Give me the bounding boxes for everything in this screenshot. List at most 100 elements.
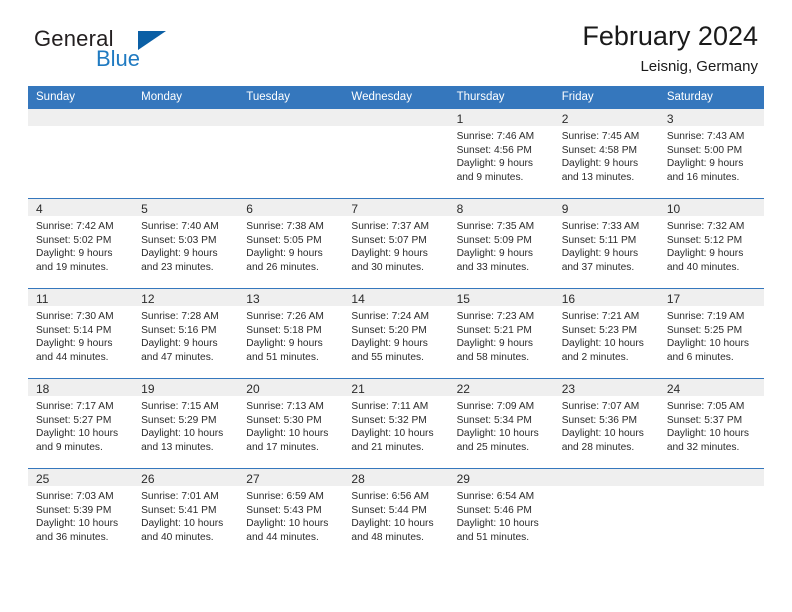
day-number: 28 xyxy=(343,469,449,486)
detail-daylight-line1: Daylight: 9 hours xyxy=(666,248,744,260)
detail-sunset: Sunset: 5:05 PM xyxy=(246,234,322,246)
day-number: 2 xyxy=(553,109,659,126)
calendar-day-cell[interactable]: 27 Sunrise: 6:59 AM Sunset: 5:43 PM Dayligh… xyxy=(238,468,344,558)
detail-sunrise: Sunrise: 7:46 AM xyxy=(456,131,535,142)
calendar-cell-empty xyxy=(658,468,764,558)
weekday-header-monday: Monday xyxy=(133,86,239,109)
detail-sunrise: Sunrise: 7:01 AM xyxy=(141,491,219,502)
calendar-day-cell[interactable]: 17 Sunrise: 7:19 AM Sunset: 5:25 PM Dayligh… xyxy=(658,288,764,379)
day-number: 8 xyxy=(448,199,554,216)
calendar-day-cell[interactable]: 15 Sunrise: 7:23 AM Sunset: 5:21 PM Dayligh… xyxy=(448,288,554,379)
calendar-day-cell[interactable]: 3 Sunrise: 7:43 AM Sunset: 5:00 PM Daylight… xyxy=(658,108,764,199)
calendar-day-cell[interactable]: 4 Sunrise: 7:42 AM Sunset: 5:02 PM Daylight… xyxy=(28,198,134,289)
day-number: 20 xyxy=(238,379,344,396)
detail-daylight-line1: Daylight: 10 hours xyxy=(246,518,329,530)
calendar-day-cell[interactable]: 18 Sunrise: 7:17 AM Sunset: 5:27 PM Dayligh… xyxy=(28,378,134,469)
day-details: Sunrise: 7:17 AM Sunset: 5:27 PM Daylight:… xyxy=(28,396,133,454)
detail-sunset: Sunset: 5:27 PM xyxy=(36,414,112,426)
day-number: 12 xyxy=(133,289,239,306)
detail-sunset: Sunset: 5:03 PM xyxy=(141,234,217,246)
page-title: February 2024 xyxy=(582,21,758,51)
detail-sunrise: Sunrise: 7:05 AM xyxy=(666,401,745,412)
detail-sunset: Sunset: 4:56 PM xyxy=(456,144,532,156)
calendar-day-cell[interactable]: 20 Sunrise: 7:13 AM Sunset: 5:30 PM Dayligh… xyxy=(238,378,344,469)
day-number: 18 xyxy=(28,379,134,396)
detail-sunrise: Sunrise: 6:59 AM xyxy=(246,491,324,502)
detail-daylight-line1: Daylight: 10 hours xyxy=(351,428,434,440)
detail-daylight-line1: Daylight: 10 hours xyxy=(666,338,749,350)
calendar-day-cell[interactable]: 26 Sunrise: 7:01 AM Sunset: 5:41 PM Dayligh… xyxy=(133,468,239,558)
day-number: 15 xyxy=(448,289,554,306)
detail-daylight-line2: and 23 minutes. xyxy=(141,261,214,273)
logo-text-blue: Blue xyxy=(96,46,141,71)
detail-daylight-line1: Daylight: 9 hours xyxy=(141,248,218,260)
day-details: Sunrise: 7:01 AM Sunset: 5:41 PM Daylight:… xyxy=(133,486,238,544)
detail-sunrise: Sunrise: 7:23 AM xyxy=(456,311,535,322)
weekday-header-tuesday: Tuesday xyxy=(238,86,344,109)
calendar-week-row: 25 Sunrise: 7:03 AM Sunset: 5:39 PM Dayligh… xyxy=(28,468,764,558)
day-number: 26 xyxy=(133,469,239,486)
detail-daylight-line1: Daylight: 10 hours xyxy=(141,518,224,530)
day-details: Sunrise: 7:33 AM Sunset: 5:11 PM Daylight:… xyxy=(554,216,659,274)
day-number xyxy=(553,469,659,486)
detail-sunrise: Sunrise: 7:09 AM xyxy=(456,401,535,412)
calendar-day-cell[interactable]: 22 Sunrise: 7:09 AM Sunset: 5:34 PM Dayligh… xyxy=(448,378,554,469)
day-number xyxy=(133,109,239,126)
calendar-day-cell[interactable]: 10 Sunrise: 7:32 AM Sunset: 5:12 PM Dayligh… xyxy=(658,198,764,289)
detail-sunset: Sunset: 5:11 PM xyxy=(561,234,637,246)
detail-sunset: Sunset: 5:37 PM xyxy=(666,414,743,426)
calendar-day-cell[interactable]: 14 Sunrise: 7:24 AM Sunset: 5:20 PM Dayligh… xyxy=(343,288,449,379)
detail-sunset: Sunset: 5:02 PM xyxy=(36,234,112,246)
calendar-day-cell[interactable]: 6 Sunrise: 7:38 AM Sunset: 5:05 PM Daylight… xyxy=(238,198,344,289)
calendar-cell-empty xyxy=(343,108,449,199)
calendar-day-cell[interactable]: 1 Sunrise: 7:46 AM Sunset: 4:56 PM Daylight… xyxy=(448,108,554,199)
general-blue-logo: General Blue xyxy=(34,26,264,74)
day-details: Sunrise: 7:24 AM Sunset: 5:20 PM Daylight:… xyxy=(343,306,448,364)
weekday-header-thursday: Thursday xyxy=(448,86,554,109)
calendar-day-cell[interactable]: 9 Sunrise: 7:33 AM Sunset: 5:11 PM Daylight… xyxy=(553,198,659,289)
calendar-day-cell[interactable]: 5 Sunrise: 7:40 AM Sunset: 5:03 PM Daylight… xyxy=(133,198,239,289)
calendar-day-cell[interactable]: 2 Sunrise: 7:45 AM Sunset: 4:58 PM Daylight… xyxy=(553,108,659,199)
calendar-day-cell[interactable]: 12 Sunrise: 7:28 AM Sunset: 5:16 PM Dayligh… xyxy=(133,288,239,379)
detail-daylight-line2: and 17 minutes. xyxy=(246,441,319,453)
detail-sunrise: Sunrise: 7:24 AM xyxy=(351,311,430,322)
day-details: Sunrise: 7:28 AM Sunset: 5:16 PM Daylight:… xyxy=(133,306,238,364)
detail-daylight-line1: Daylight: 9 hours xyxy=(561,248,639,260)
detail-sunset: Sunset: 5:46 PM xyxy=(456,504,532,516)
detail-sunset: Sunset: 5:41 PM xyxy=(141,504,217,516)
detail-daylight-line2: and 51 minutes. xyxy=(246,351,319,363)
detail-daylight-line2: and 44 minutes. xyxy=(246,531,319,543)
calendar-day-cell[interactable]: 29 Sunrise: 6:54 AM Sunset: 5:46 PM Dayligh… xyxy=(448,468,554,558)
calendar-cell-empty xyxy=(553,468,659,558)
detail-daylight-line1: Daylight: 9 hours xyxy=(351,338,428,350)
calendar-day-cell[interactable]: 7 Sunrise: 7:37 AM Sunset: 5:07 PM Daylight… xyxy=(343,198,449,289)
detail-daylight-line1: Daylight: 9 hours xyxy=(36,338,113,350)
detail-sunrise: Sunrise: 7:43 AM xyxy=(666,131,745,142)
day-number: 11 xyxy=(28,289,134,306)
calendar-day-cell[interactable]: 25 Sunrise: 7:03 AM Sunset: 5:39 PM Dayligh… xyxy=(28,468,134,558)
detail-sunrise: Sunrise: 7:37 AM xyxy=(351,221,430,232)
day-details: Sunrise: 7:13 AM Sunset: 5:30 PM Daylight:… xyxy=(238,396,343,454)
calendar-day-cell[interactable]: 21 Sunrise: 7:11 AM Sunset: 5:32 PM Dayligh… xyxy=(343,378,449,469)
day-details: Sunrise: 7:37 AM Sunset: 5:07 PM Daylight:… xyxy=(343,216,448,274)
day-number: 24 xyxy=(658,379,764,396)
detail-sunrise: Sunrise: 7:17 AM xyxy=(36,401,114,412)
detail-daylight-line1: Daylight: 9 hours xyxy=(246,338,323,350)
calendar-day-cell[interactable]: 13 Sunrise: 7:26 AM Sunset: 5:18 PM Dayligh… xyxy=(238,288,344,379)
detail-sunset: Sunset: 5:43 PM xyxy=(246,504,322,516)
calendar-day-cell[interactable]: 24 Sunrise: 7:05 AM Sunset: 5:37 PM Dayligh… xyxy=(658,378,764,469)
day-number: 25 xyxy=(28,469,134,486)
calendar-page: General Blue February 2024 Leisnig, Germ… xyxy=(0,0,792,612)
calendar-day-cell[interactable]: 11 Sunrise: 7:30 AM Sunset: 5:14 PM Dayligh… xyxy=(28,288,134,379)
detail-sunset: Sunset: 5:30 PM xyxy=(246,414,322,426)
calendar-day-cell[interactable]: 23 Sunrise: 7:07 AM Sunset: 5:36 PM Dayligh… xyxy=(553,378,659,469)
calendar-day-cell[interactable]: 8 Sunrise: 7:35 AM Sunset: 5:09 PM Daylight… xyxy=(448,198,554,289)
calendar-day-cell[interactable]: 28 Sunrise: 6:56 AM Sunset: 5:44 PM Dayligh… xyxy=(343,468,449,558)
day-details: Sunrise: 7:15 AM Sunset: 5:29 PM Daylight:… xyxy=(133,396,238,454)
day-details: Sunrise: 6:56 AM Sunset: 5:44 PM Daylight:… xyxy=(343,486,448,544)
detail-daylight-line1: Daylight: 10 hours xyxy=(561,338,644,350)
calendar-week-row: 18 Sunrise: 7:17 AM Sunset: 5:27 PM Dayligh… xyxy=(28,378,764,469)
calendar-day-cell[interactable]: 19 Sunrise: 7:15 AM Sunset: 5:29 PM Dayligh… xyxy=(133,378,239,469)
weekday-header-saturday: Saturday xyxy=(658,86,764,109)
calendar-day-cell[interactable]: 16 Sunrise: 7:21 AM Sunset: 5:23 PM Dayligh… xyxy=(553,288,659,379)
